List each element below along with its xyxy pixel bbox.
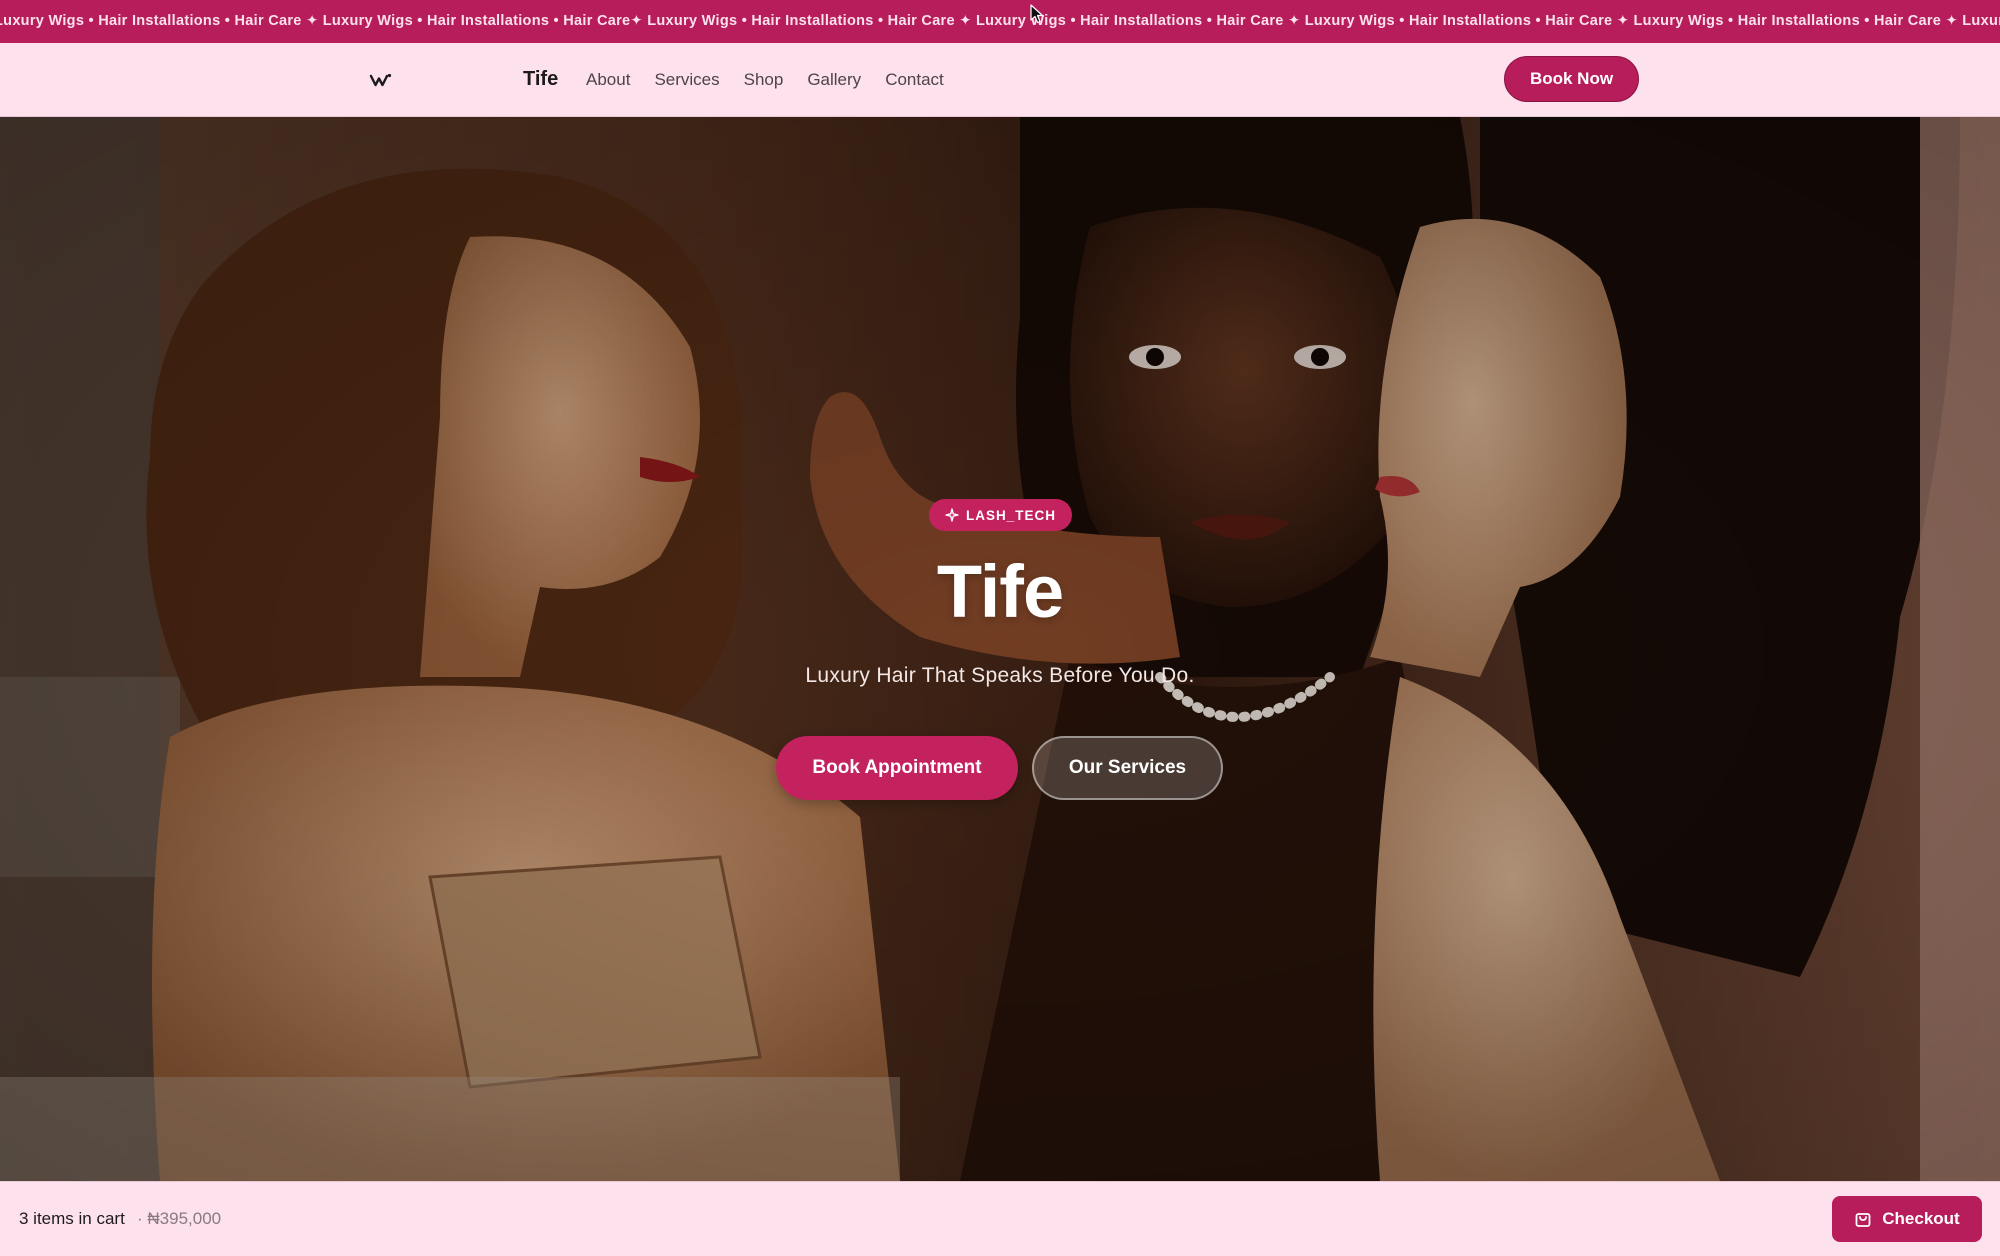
nav-link-gallery[interactable]: Gallery bbox=[807, 70, 861, 90]
hero-content: LASH_TECH Tife Luxury Hair That Speaks B… bbox=[0, 117, 2000, 1181]
checkout-label: Checkout bbox=[1882, 1209, 1960, 1228]
nav-links: About Services Shop Gallery Contact bbox=[586, 70, 944, 90]
hero-title: Tife bbox=[936, 550, 1064, 633]
nav-link-services[interactable]: Services bbox=[654, 70, 719, 90]
brand-name[interactable]: Tife bbox=[523, 68, 558, 91]
announcement-marquee: Luxury Wigs • Hair Installations • Hair … bbox=[0, 0, 2000, 43]
mouse-cursor-icon bbox=[1030, 4, 1044, 24]
nav-link-about[interactable]: About bbox=[586, 70, 630, 90]
checkout-button[interactable]: Checkout bbox=[1832, 1196, 1982, 1242]
book-appointment-button[interactable]: Book Appointment bbox=[776, 736, 1018, 800]
marquee-text: Luxury Wigs • Hair Installations • Hair … bbox=[0, 13, 2000, 29]
badge-label: LASH_TECH bbox=[965, 507, 1056, 523]
book-now-button[interactable]: Book Now bbox=[1504, 56, 1639, 102]
hero-subtitle: Luxury Hair That Speaks Before You Do. bbox=[805, 664, 1195, 687]
cart-bar: 3 items in cart · ₦395,000 Checkout bbox=[0, 1181, 2000, 1256]
sparkle-icon bbox=[945, 508, 959, 522]
our-services-button[interactable]: Our Services bbox=[1032, 736, 1223, 800]
cart-total: · ₦395,000 bbox=[137, 1209, 222, 1228]
nav-link-shop[interactable]: Shop bbox=[744, 70, 784, 90]
nav-link-contact[interactable]: Contact bbox=[885, 70, 944, 90]
hero-section: LASH_TECH Tife Luxury Hair That Speaks B… bbox=[0, 117, 2000, 1181]
w-logo-icon[interactable] bbox=[368, 69, 394, 91]
role-badge: LASH_TECH bbox=[929, 499, 1072, 531]
cart-item-count: 3 items in cart bbox=[19, 1209, 125, 1228]
top-navigation: Tife About Services Shop Gallery Contact… bbox=[0, 43, 2000, 117]
shopping-bag-icon bbox=[1855, 1213, 1871, 1227]
